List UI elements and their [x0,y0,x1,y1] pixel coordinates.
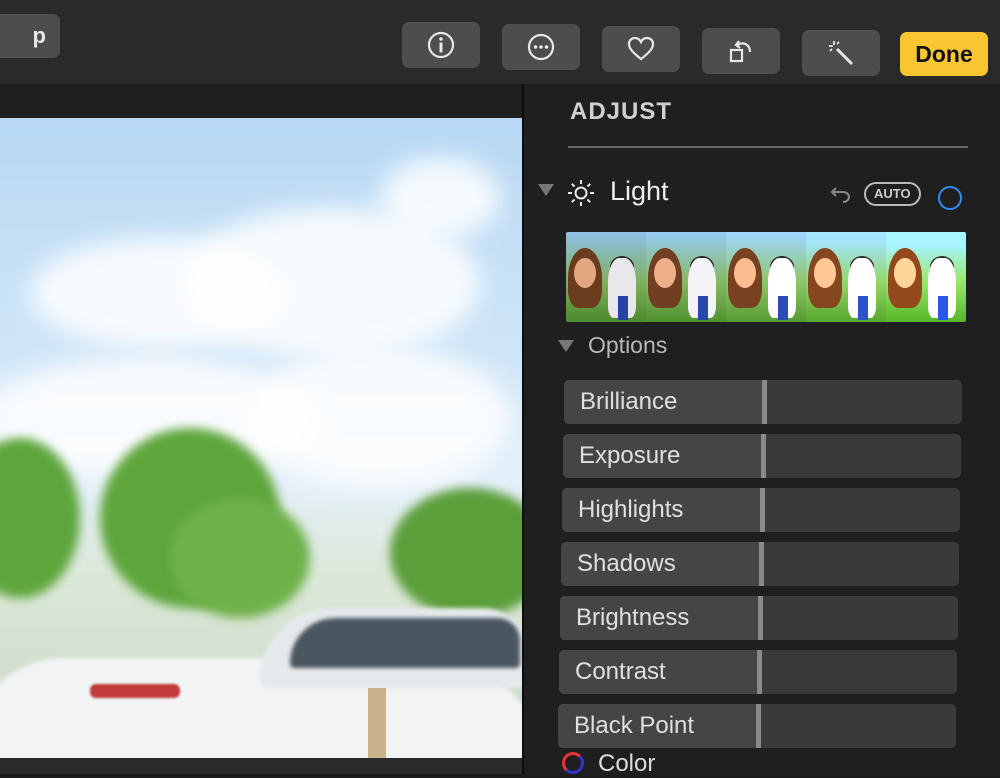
preset-thumbnail[interactable] [566,232,646,322]
undo-icon[interactable] [830,182,852,204]
preset-thumbnail[interactable] [646,232,726,322]
heart-icon [627,36,655,61]
adjust-panel: ADJUST Light AUTO Options Brilliance Exp… [522,84,1000,777]
slider-label: Brilliance [580,388,678,415]
color-icon [562,752,584,774]
top-toolbar: p Done [0,0,1000,84]
slider-label: Black Point [574,712,695,739]
photo-viewport[interactable] [0,84,522,774]
slider-brightness[interactable]: Brightness [560,596,958,640]
slider-exposure[interactable]: Exposure [563,434,961,478]
light-preset-strip[interactable] [566,232,966,322]
slider-label: Contrast [575,658,666,685]
done-button[interactable]: Done [900,32,988,76]
slider-handle[interactable] [761,434,766,478]
slider-handle[interactable] [760,488,765,532]
disclosure-triangle-icon[interactable] [558,340,574,352]
auto-button[interactable]: AUTO [864,182,921,206]
info-button[interactable] [402,22,480,68]
slider-black-point[interactable]: Black Point [558,704,956,748]
sun-icon [568,180,594,206]
preset-thumbnail[interactable] [726,232,806,322]
photo-image [0,118,522,774]
favorite-button[interactable] [602,26,680,72]
options-label: Options [588,332,668,358]
magic-wand-icon [829,41,854,66]
ellipsis-icon [527,33,555,61]
slider-handle[interactable] [756,704,761,748]
enhance-button[interactable] [802,30,880,76]
back-button[interactable]: p [0,14,60,58]
preset-thumbnail[interactable] [886,232,966,322]
rotate-button[interactable] [702,28,780,74]
rotate-icon [729,40,752,63]
slider-label: Brightness [576,604,690,631]
preset-thumbnail[interactable] [806,232,886,322]
slider-handle[interactable] [762,380,767,424]
light-section-header[interactable]: Light AUTO [538,176,978,218]
disclosure-triangle-icon[interactable] [538,184,554,196]
slider-highlights[interactable]: Highlights [562,488,960,532]
slider-handle[interactable] [758,596,763,640]
light-section-label: Light [610,176,669,206]
slider-shadows[interactable]: Shadows [561,542,959,586]
light-enable-toggle[interactable] [938,186,962,210]
slider-label: Shadows [577,550,676,577]
divider [568,146,968,148]
slider-contrast[interactable]: Contrast [559,650,957,694]
slider-brilliance[interactable]: Brilliance [564,380,962,424]
slider-label: Highlights [578,496,684,523]
slider-handle[interactable] [757,650,762,694]
slider-handle[interactable] [759,542,764,586]
slider-label: Exposure [579,442,681,469]
more-button[interactable] [502,24,580,70]
info-icon [427,31,455,59]
panel-title: ADJUST [570,98,673,125]
